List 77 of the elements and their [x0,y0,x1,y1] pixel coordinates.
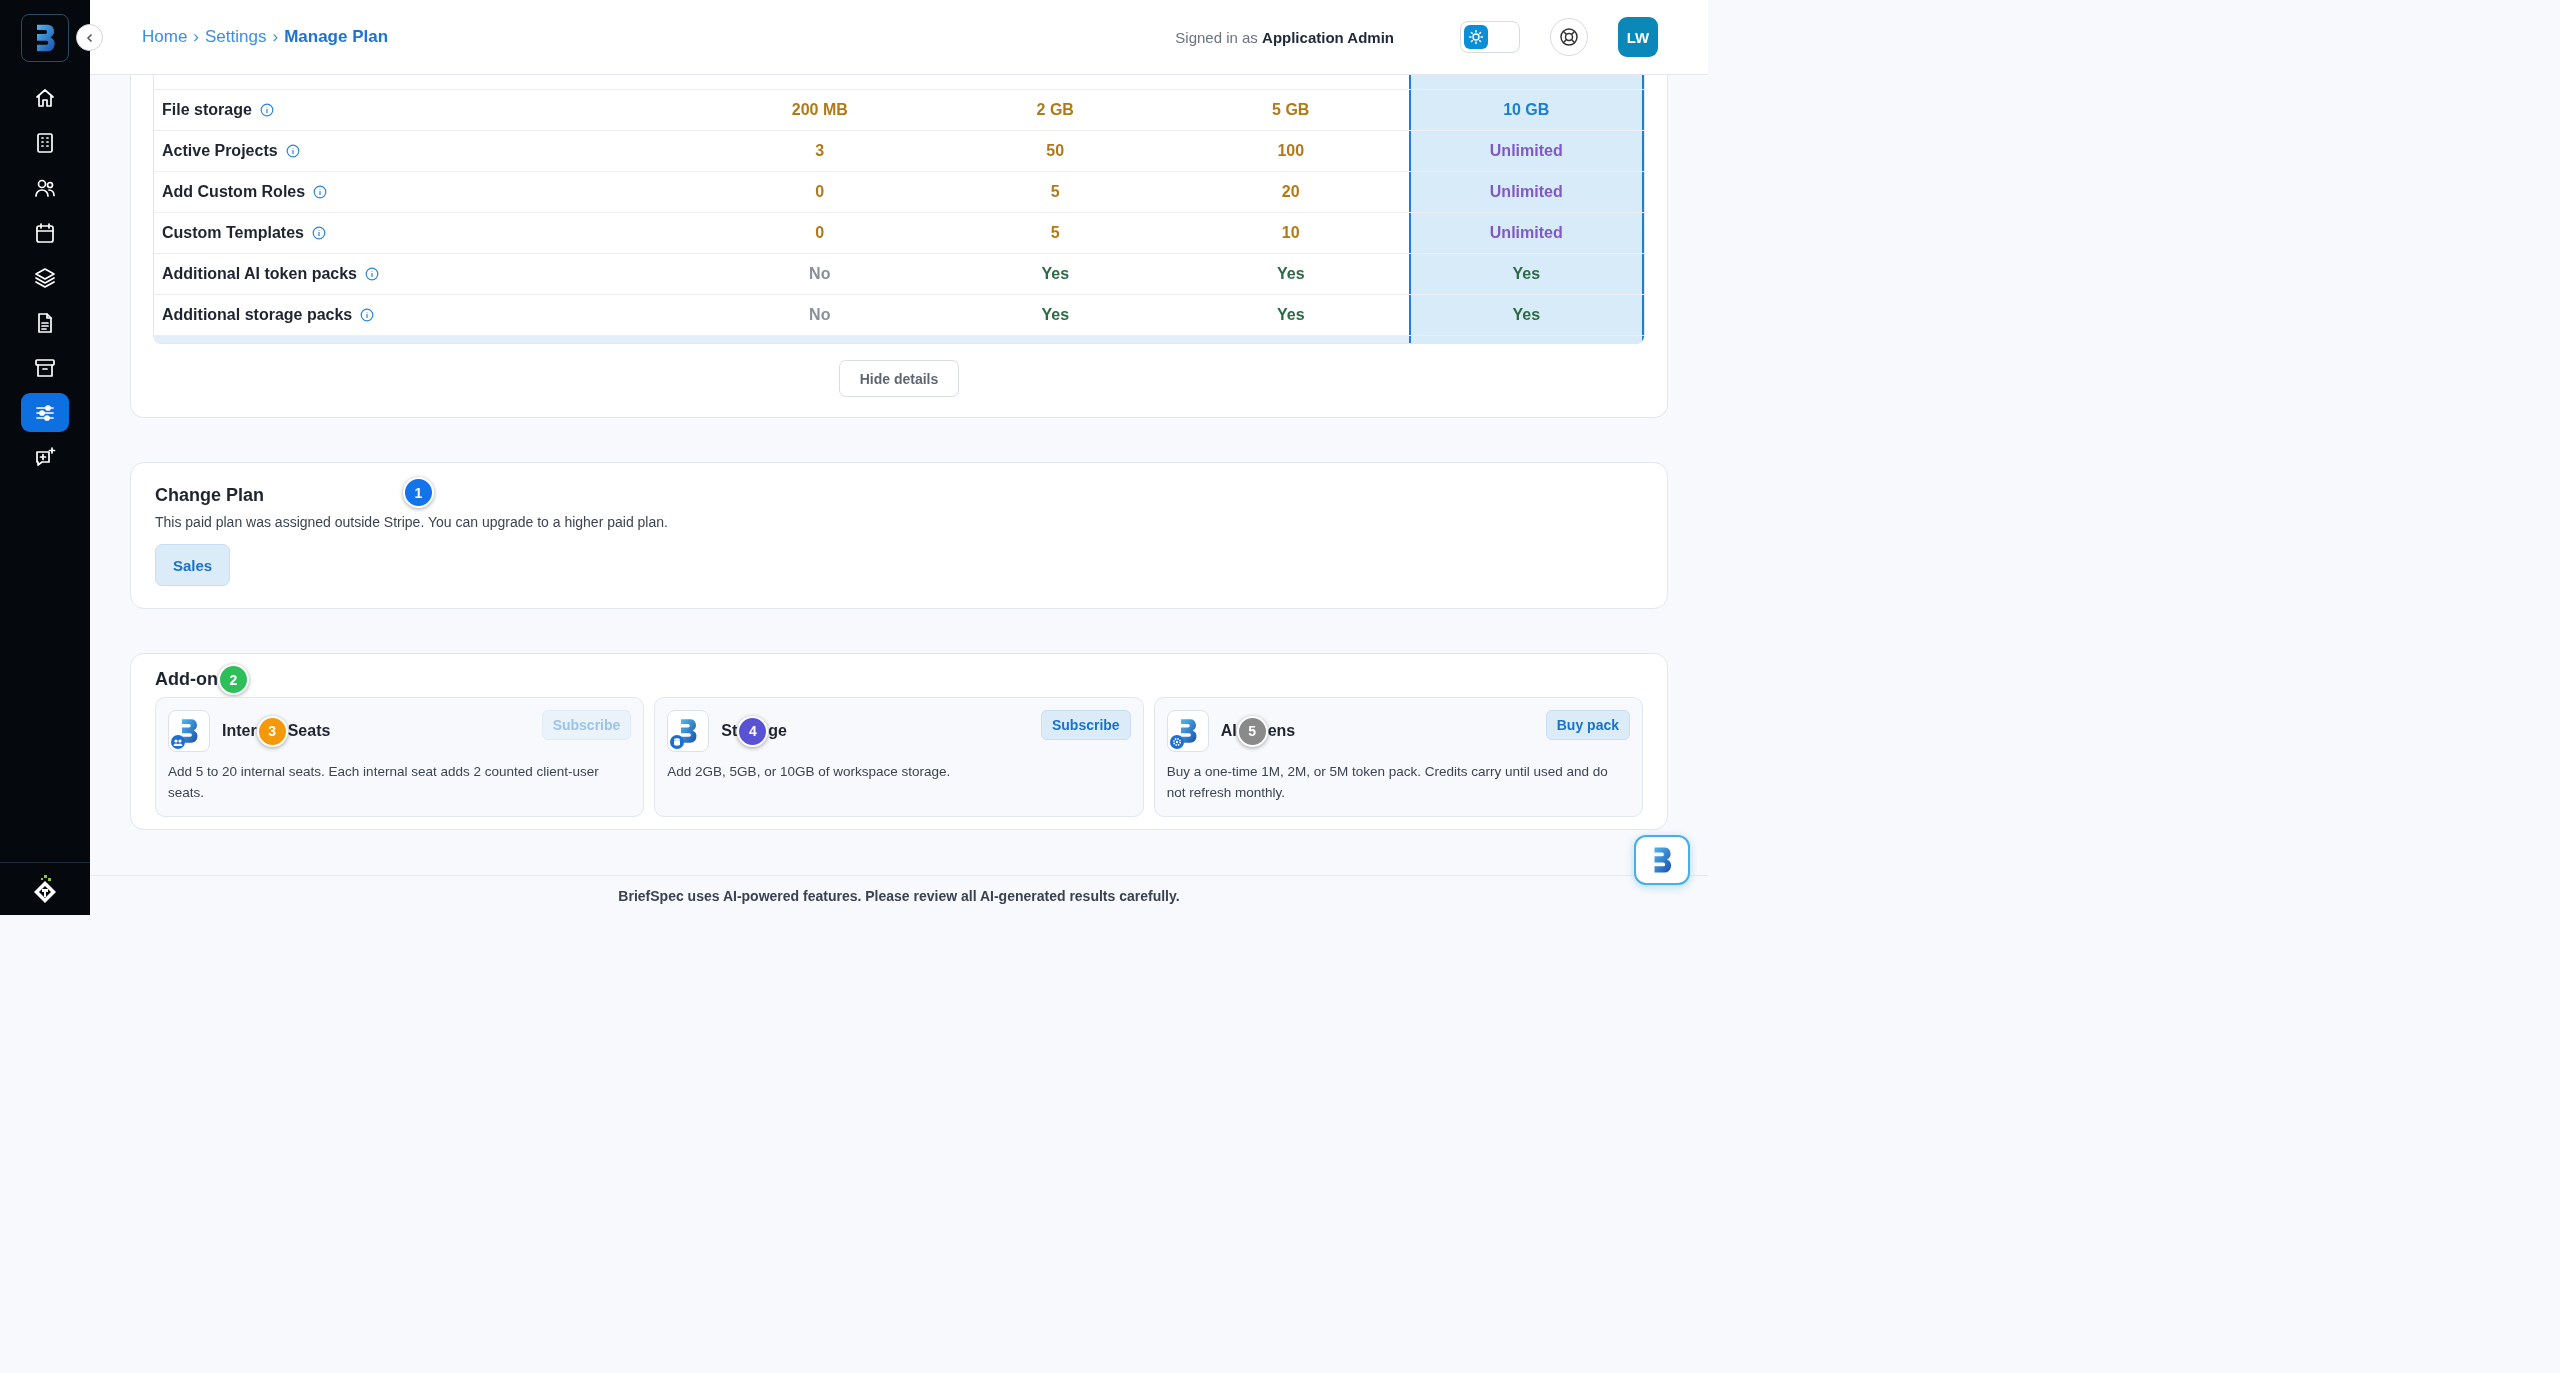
feature-label: Add Custom Roles [162,183,306,201]
addon-title: ge [768,722,787,740]
signed-in-text: Signed in as Application Admin [1175,28,1394,46]
theme-toggle[interactable] [1460,21,1520,53]
addon-title: St [721,722,738,740]
feature-label: Active Projects [162,142,278,160]
calendar-icon [33,220,57,245]
plan-value: 100 [1277,142,1305,160]
plan-value: Yes [1512,265,1541,283]
plan-value: Yes [1041,306,1070,324]
feature-label: Custom Templates [162,224,304,242]
info-icon [311,226,326,240]
addon-description: Buy a one-time 1M, 2M, or 5M token pack. Credits carry until used and do not refresh monthly. [1166,763,1609,802]
step-badge: 3 [256,715,288,747]
section-title: Change Plan [155,485,265,506]
sun-icon [1468,29,1484,45]
plan-value: 3 [815,142,825,160]
plan-value: 10 [1281,224,1300,242]
info-icon [313,185,328,199]
help-button[interactable] [1550,18,1588,56]
addon-title: ens [1267,722,1296,740]
addon-title: Inter [222,722,257,740]
info-icon [365,267,379,281]
footer-notice: BriefSpec uses AI-powered features. Please review all AI-generated results carefully. [618,888,1180,904]
feature-label: Additional storage packs [162,306,353,324]
plan-value: 5 [1050,183,1060,201]
plan-value: Unlimited [1489,142,1563,160]
info-icon [285,144,300,158]
plan-value: 5 [1050,224,1060,242]
plan-value: 5 GB [1272,101,1310,119]
database-badge-icon [670,735,685,749]
hide-details-button[interactable]: Hide details [838,360,960,397]
addon-title: AI [1220,722,1237,740]
plan-value: 2 GB [1036,101,1074,119]
step-badge: 4 [737,715,769,747]
feature-label: Additional AI token packs [162,265,357,283]
plan-value: No [809,306,831,324]
plan-value: Yes [1512,306,1541,324]
plan-value: No [809,265,831,283]
plan-value: 0 [815,183,825,201]
step-badge: 1 [403,477,434,508]
gear-badge-icon [1169,735,1184,749]
breadcrumb-link[interactable]: Manage Plan [284,27,389,47]
feature-label: File storage [162,101,252,119]
plan-value: 10 GB [1503,101,1550,119]
info-icon [360,308,375,322]
breadcrumb-link[interactable]: Settings [205,27,267,47]
plan-value: 200 MB [791,101,848,119]
sales-button[interactable]: Sales [155,544,231,586]
chat-button[interactable] [1634,835,1690,885]
sidebar-item[interactable] [21,393,69,432]
plan-value: 50 [1046,142,1065,160]
breadcrumb-separator: › [272,27,279,47]
layers-icon [33,265,57,290]
addon-button[interactable]: Buy pack [1545,710,1630,740]
plan-value: Yes [1276,306,1305,324]
plan-value: 20 [1281,183,1300,201]
section-title: Add-on [155,669,218,690]
step-badge: 5 [1236,715,1268,747]
addon-button[interactable]: Subscribe [1040,710,1131,740]
addon-description: Add 2GB, 5GB, or 10GB of workspace storage. [667,763,952,781]
info-icon [259,103,274,117]
breadcrumb-separator: › [193,27,200,47]
plan-value: Unlimited [1489,183,1563,201]
user-avatar[interactable]: LW [1618,17,1658,57]
breadcrumb-link[interactable]: Home [142,27,188,47]
plan-value: Yes [1276,265,1305,283]
plan-value: 0 [815,224,825,242]
plan-value: Yes [1041,265,1070,283]
lifebuoy-icon [1559,27,1579,47]
addon-description: Add 5 to 20 internal seats. Each internal seat adds 2 counted client-user seats. [168,763,600,802]
step-badge: 2 [218,664,249,695]
people-badge-icon [171,735,185,749]
addon-title: Seats [287,722,331,740]
app-logo[interactable] [21,14,69,62]
plan-description: This paid plan was assigned outside Stripe. You can upgrade to a higher paid plan. [155,514,669,530]
plan-value: Unlimited [1489,224,1563,242]
